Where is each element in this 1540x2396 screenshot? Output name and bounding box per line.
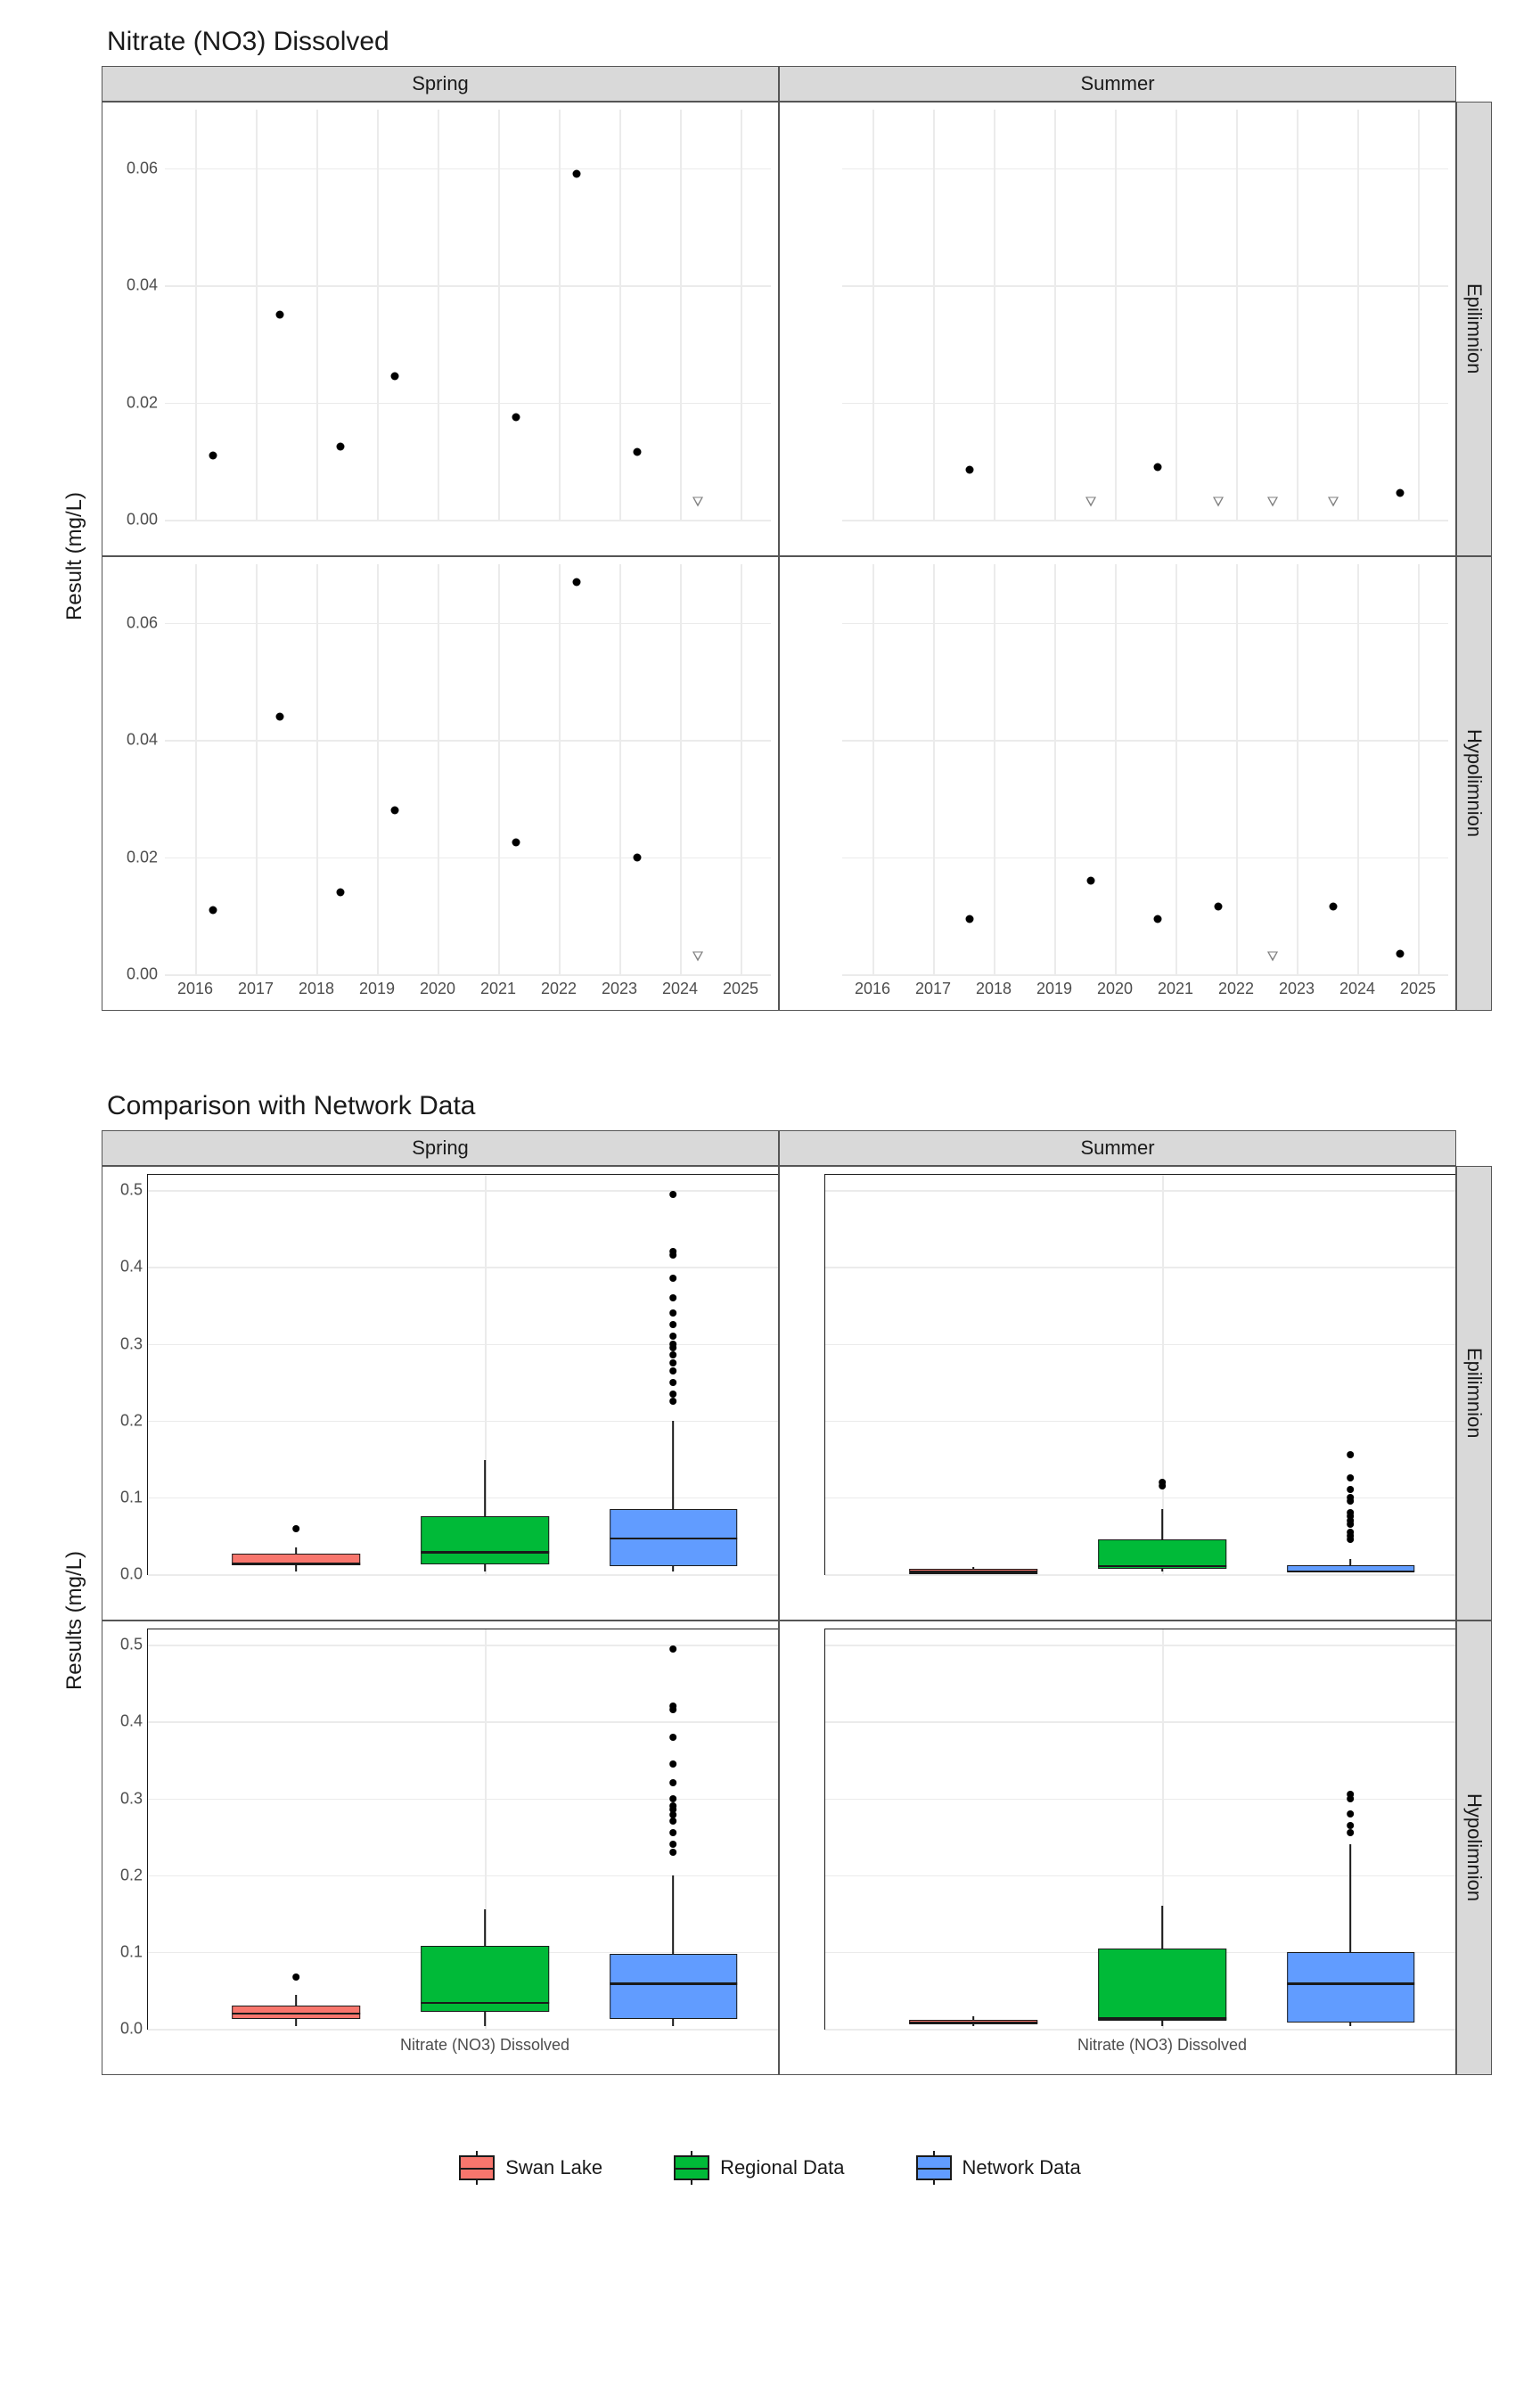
row-strip-epi: Epilimnion [1456, 102, 1492, 556]
dot-point [391, 807, 399, 815]
boxplot-network-data [1287, 1629, 1415, 2029]
bpanel-spring-hypo: 0.00.10.20.30.40.5Nitrate (NO3) Dissolve… [102, 1621, 779, 2075]
dot-point [634, 853, 642, 861]
y-axis-title-1: Result (mg/L) [62, 492, 87, 620]
dot-point [573, 170, 581, 178]
dot-point [1153, 915, 1161, 923]
triangle-point [1085, 497, 1096, 507]
legend-item-regional: Regional Data [674, 2155, 844, 2180]
chart1-title: Nitrate (NO3) Dissolved [107, 27, 1504, 57]
dot-point [1329, 903, 1337, 911]
legend-item-network: Network Data [916, 2155, 1081, 2180]
col-strip-summer: Summer [779, 66, 1456, 102]
triangle-point [1328, 497, 1339, 507]
legend-key-swan [459, 2155, 495, 2180]
boxplot-regional-data [421, 1629, 549, 2029]
triangle-point [1267, 952, 1278, 962]
scatter-facet-grid: Spring Summer Result (mg/L) 0.000.020.04… [48, 66, 1492, 1046]
dot-point [965, 466, 973, 474]
dot-point [1396, 489, 1404, 497]
boxplot-network-data [610, 1175, 738, 1574]
row-strip-hypo2: Hypolimnion [1456, 1621, 1492, 2075]
legend-label-regional: Regional Data [720, 2156, 844, 2179]
dot-point [573, 578, 581, 586]
legend-label-swan: Swan Lake [505, 2156, 602, 2179]
bpanel-summer-hypo: Nitrate (NO3) Dissolved [779, 1621, 1456, 2075]
dot-point [1153, 463, 1161, 471]
triangle-point [692, 952, 703, 962]
legend-key-network [916, 2155, 952, 2180]
legend-key-regional [674, 2155, 709, 2180]
dot-point [512, 414, 520, 422]
panel-summer-epi [779, 102, 1456, 556]
bpanel-summer-epi [779, 1166, 1456, 1621]
row-strip-hypo: Hypolimnion [1456, 556, 1492, 1011]
dot-point [391, 373, 399, 381]
triangle-point [1267, 497, 1278, 507]
dot-point [1396, 950, 1404, 958]
panel-spring-epi: 0.000.020.040.06 [102, 102, 779, 556]
panel-summer-hypo: 2016201720182019202020212022202320242025 [779, 556, 1456, 1011]
panel-spring-hypo: 0.000.020.040.06201620172018201920202021… [102, 556, 779, 1011]
legend-label-network: Network Data [962, 2156, 1081, 2179]
boxplot-swan-lake [910, 1629, 1038, 2029]
dot-point [209, 451, 217, 459]
chart2-title: Comparison with Network Data [107, 1091, 1504, 1121]
boxplot-network-data [1287, 1175, 1415, 1574]
dot-point [276, 712, 284, 720]
box-facet-grid: Spring Summer Results (mg/L) 0.00.10.20.… [48, 1130, 1492, 2111]
boxplot-swan-lake [910, 1175, 1038, 1574]
boxplot-network-data [610, 1629, 738, 2029]
boxplot-regional-data [421, 1175, 549, 1574]
dot-point [1214, 903, 1222, 911]
dot-point [337, 442, 345, 450]
triangle-point [692, 497, 703, 507]
dot-point [512, 839, 520, 847]
dot-point [1086, 876, 1094, 884]
dot-point [965, 915, 973, 923]
legend-item-swan: Swan Lake [459, 2155, 602, 2180]
bpanel-spring-epi: 0.00.10.20.30.40.5 [102, 1166, 779, 1621]
boxplot-regional-data [1098, 1629, 1226, 2029]
col-strip-spring2: Spring [102, 1130, 779, 1166]
dot-point [209, 906, 217, 914]
triangle-point [1213, 497, 1224, 507]
dot-point [276, 311, 284, 319]
row-strip-epi2: Epilimnion [1456, 1166, 1492, 1621]
dot-point [634, 448, 642, 456]
boxplot-regional-data [1098, 1175, 1226, 1574]
y-axis-title-2: Results (mg/L) [62, 1551, 87, 1690]
boxplot-swan-lake [233, 1629, 361, 2029]
col-strip-spring: Spring [102, 66, 779, 102]
dot-point [337, 889, 345, 897]
col-strip-summer2: Summer [779, 1130, 1456, 1166]
legend: Swan Lake Regional Data Network Data [36, 2155, 1504, 2180]
boxplot-swan-lake [233, 1175, 361, 1574]
